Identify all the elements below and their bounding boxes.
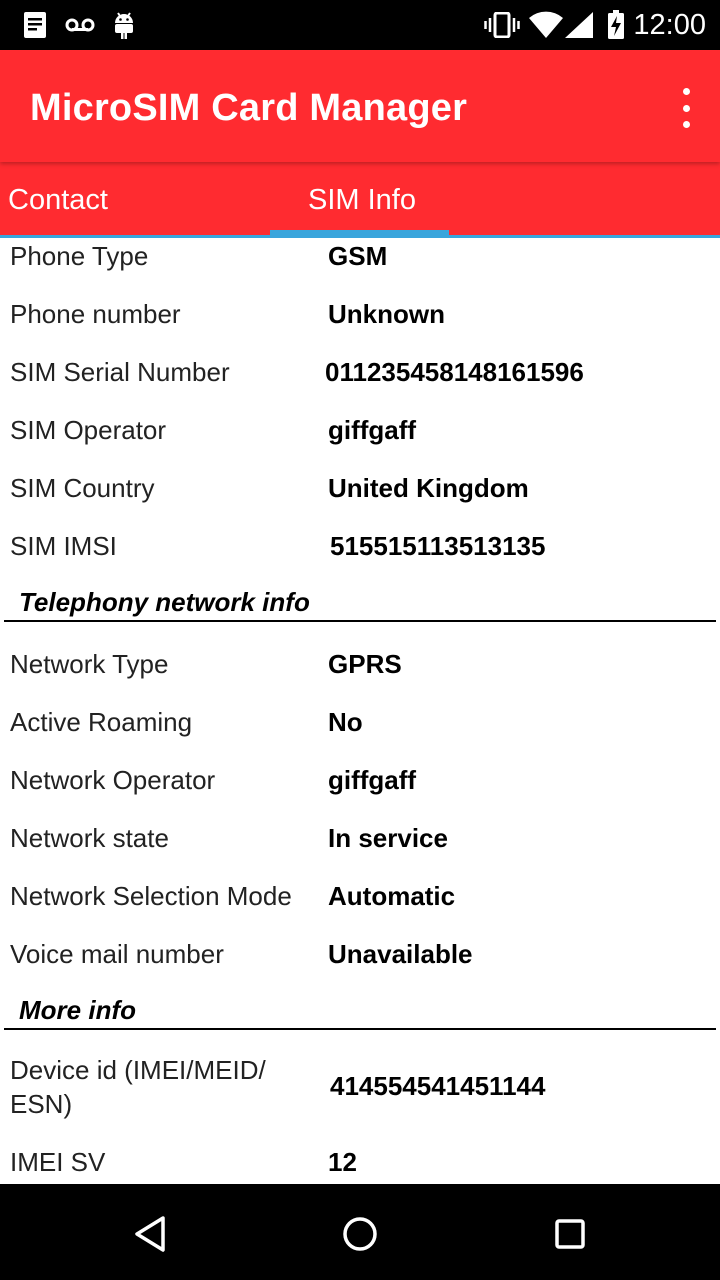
section-header-more-info: More info [4,994,716,1030]
info-value: GPRS [328,649,402,679]
info-label: Voice mail number [10,939,224,969]
overflow-menu-button[interactable] [674,88,698,128]
info-label: IMEI SV [10,1147,106,1177]
info-value: United Kingdom [328,473,529,503]
info-value: GSM [328,241,388,271]
back-icon[interactable] [130,1214,170,1254]
info-label: Network state [10,823,169,853]
info-label: SIM Country [10,473,155,503]
info-value: Automatic [328,881,456,911]
info-value: Unavailable [328,939,473,969]
info-value: In service [328,823,448,853]
overflow-menu-icon [682,88,690,95]
battery-charging-icon [606,10,626,40]
info-value: 12 [328,1147,357,1177]
app-bar: MicroSIM Card Manager [0,50,720,162]
info-value: Unknown [328,299,445,329]
signal-icon [564,10,594,40]
info-label: Active Roaming [10,707,193,737]
info-value: 011235458148161596 [325,357,584,387]
recents-icon[interactable] [550,1214,590,1254]
section-header-telephony: Telephony network info [4,586,716,622]
home-icon[interactable] [340,1214,380,1254]
section-title: More info [19,995,136,1025]
tab-bar: Contact SIM Info [0,162,720,238]
app-title: MicroSIM Card Manager [30,87,468,129]
info-value: 515515113513135 [330,531,546,561]
sim-info-content[interactable]: Phone Type GSM Phone number Unknown SIM … [0,238,720,1184]
voicemail-icon [64,10,96,40]
notes-icon [22,10,48,40]
status-bar: 12:00 [0,0,720,50]
info-label: Network Type [10,649,169,679]
android-icon [112,10,136,40]
status-clock: 12:00 [633,9,706,41]
tab-sim-info[interactable]: SIM Info [308,182,416,218]
info-value: giffgaff [328,765,417,795]
section-title: Telephony network info [19,587,310,617]
info-label: SIM IMSI [10,531,117,561]
info-value: No [328,707,363,737]
info-label-line-2: ESN) [10,1089,73,1119]
info-label-line-1: Device id (IMEI/MEID/ [10,1055,266,1085]
overflow-dot [682,121,690,128]
tab-contact[interactable]: Contact [8,182,108,218]
info-label: Network Selection Mode [10,881,292,911]
wifi-icon [528,10,564,40]
info-label: Network Operator [10,765,216,795]
info-value: giffgaff [328,415,417,445]
info-label: SIM Serial Number [10,357,230,387]
info-value: 414554541451144 [330,1071,546,1101]
tab-selected-indicator [270,230,449,238]
vibrate-icon [484,10,520,40]
overflow-dot [682,104,690,112]
navigation-bar [0,1184,720,1280]
info-label: Phone number [10,299,181,329]
info-label: Phone Type [10,241,149,271]
info-label: SIM Operator [10,415,167,445]
